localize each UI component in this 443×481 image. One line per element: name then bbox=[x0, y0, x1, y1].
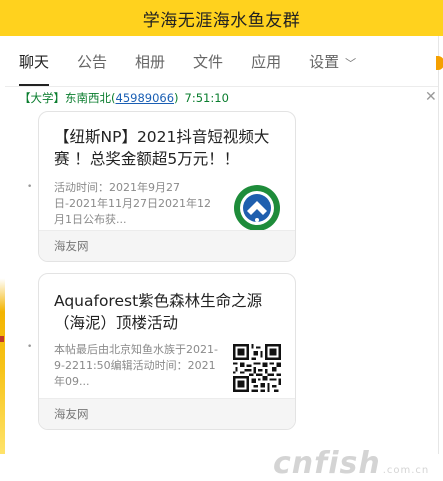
share-card[interactable]: Aquaforest紫色森林生命之源（海泥）顶楼活动 本帖最后由北京知鱼水族于2… bbox=[38, 273, 296, 430]
sender-qq-link[interactable]: 45989066 bbox=[116, 91, 175, 105]
message-time: 7:51:10 bbox=[184, 91, 229, 105]
card-source: 海友网 bbox=[54, 407, 89, 421]
tab-apps[interactable]: 应用 bbox=[237, 38, 295, 86]
card-description: 活动时间：2021年9月27日-2021年11月27日2021年12月1日公布获… bbox=[54, 181, 211, 226]
card-description: 本帖最后由北京知鱼水族于2021-9-2211:50编辑活动时间：2021年09… bbox=[54, 343, 218, 388]
sender-name: 【大学】东南西北( bbox=[19, 91, 116, 105]
card-title: Aquaforest紫色森林生命之源（海泥）顶楼活动 bbox=[54, 292, 263, 332]
group-chat-window: 聊天 公告 相册 文件 应用 设置 ﹀ ✕ 【大学】东南西北(45989066) 7… bbox=[5, 36, 438, 481]
title-bar: 学海无涯海水鱼友群 bbox=[0, 0, 443, 36]
card-source: 海友网 bbox=[54, 239, 89, 253]
tab-bar: 聊天 公告 相册 文件 应用 设置 ﹀ bbox=[5, 36, 438, 87]
tab-files[interactable]: 文件 bbox=[179, 38, 237, 86]
watermark: cnfish .com.cn bbox=[273, 446, 430, 481]
card-footer: 海友网 bbox=[39, 230, 295, 261]
share-card[interactable]: 【纽斯NP】2021抖音短视频大赛 ！总奖金额超5万元！！ 活动时间：2021年… bbox=[38, 111, 296, 262]
close-icon[interactable]: ✕ bbox=[425, 89, 437, 105]
tab-announcements[interactable]: 公告 bbox=[63, 38, 121, 86]
round-logo-icon bbox=[234, 185, 280, 231]
tab-settings[interactable]: 设置 ﹀ bbox=[295, 38, 370, 86]
bullet-icon: • bbox=[27, 342, 33, 352]
card-footer: 海友网 bbox=[39, 398, 295, 429]
background-strip-right bbox=[436, 36, 443, 454]
tab-album[interactable]: 相册 bbox=[121, 38, 179, 86]
card-title: 【纽斯NP】2021抖音短视频大赛 ！总奖金额超5万元！！ bbox=[54, 128, 270, 168]
window-title: 学海无涯海水鱼友群 bbox=[142, 10, 301, 31]
bullet-icon: • bbox=[27, 182, 33, 192]
chevron-down-icon: ﹀ bbox=[345, 57, 357, 70]
tab-chat[interactable]: 聊天 bbox=[5, 38, 63, 86]
qr-code-icon bbox=[233, 344, 281, 392]
message-header: 【大学】东南西北(45989066) 7:51:10 bbox=[19, 91, 229, 105]
